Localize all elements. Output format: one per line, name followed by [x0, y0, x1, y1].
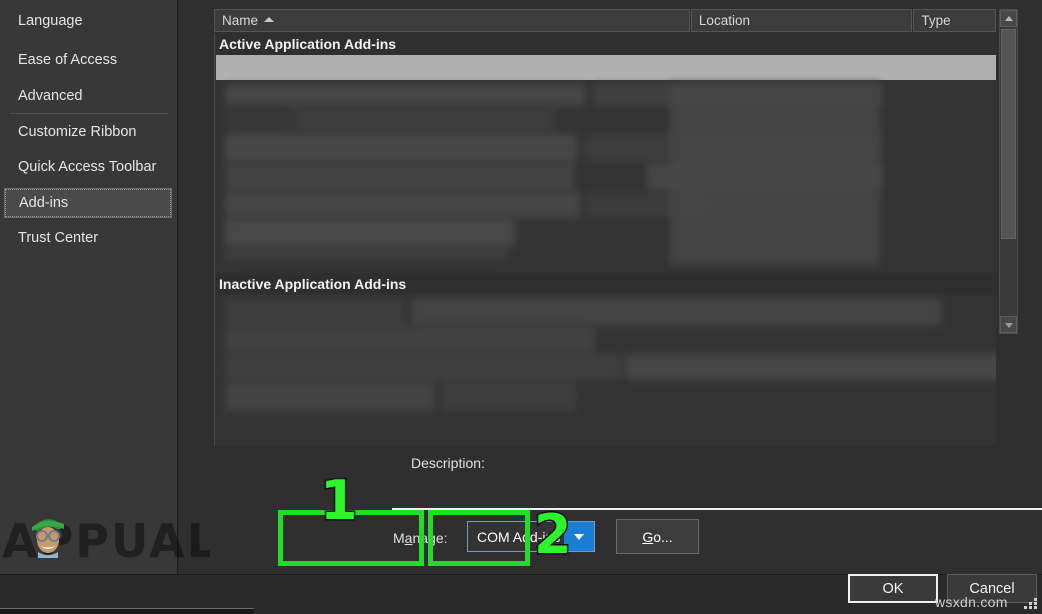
sidebar-item-label: Trust Center [18, 230, 99, 246]
column-header-location[interactable]: Location [690, 9, 913, 32]
sidebar-item-label: Ease of Access [18, 52, 118, 68]
addins-column-headers: Name Location Type [214, 9, 996, 32]
appuals-logo-icon [32, 519, 64, 558]
column-header-name[interactable]: Name [214, 9, 690, 32]
table-row[interactable] [293, 106, 555, 132]
sidebar-item-add-ins[interactable]: Add-ins [4, 188, 172, 218]
sidebar-divider [10, 113, 168, 114]
addins-list-scrollbar[interactable] [999, 9, 1018, 334]
annotation-number-1: 1 [319, 469, 360, 532]
sidebar-item-ease-of-access[interactable]: Ease of Access [4, 45, 172, 75]
sidebar-item-trust-center[interactable]: Trust Center [4, 223, 172, 253]
sidebar-item-label: Customize Ribbon [18, 124, 137, 140]
table-row[interactable] [225, 219, 515, 247]
table-row[interactable] [441, 381, 576, 411]
taskbar-strip [0, 608, 254, 614]
table-row[interactable] [225, 247, 507, 261]
scroll-up-button[interactable] [1000, 10, 1017, 27]
group-header-inactive: Inactive Application Add-ins [216, 273, 996, 295]
sidebar-item-customize-ribbon[interactable]: Customize Ribbon [4, 117, 172, 147]
sidebar-item-quick-access-toolbar[interactable]: Quick Access Toolbar [4, 152, 172, 182]
wsxdn-dots-icon [1024, 598, 1038, 610]
group-header-active-label: Active Application Add-ins [219, 36, 397, 52]
scroll-down-button[interactable] [1000, 316, 1017, 333]
table-row[interactable] [225, 106, 289, 132]
wsxdn-watermark: wsxdn.com [935, 594, 1008, 610]
sidebar-item-label: Add-ins [19, 195, 69, 211]
table-row[interactable] [225, 192, 580, 218]
table-row[interactable] [225, 326, 595, 354]
table-row[interactable] [225, 134, 577, 162]
sidebar-item-label: Advanced [18, 88, 83, 104]
manage-combobox[interactable]: COM Add-ins [467, 521, 595, 552]
column-header-location-label: Location [698, 13, 750, 28]
options-category-sidebar: Language Ease of Access Advanced Customi… [0, 0, 178, 574]
table-row[interactable] [225, 298, 405, 326]
sidebar-item-label: Language [18, 13, 83, 29]
table-row[interactable] [225, 354, 620, 380]
manage-label: Manage: [393, 530, 448, 546]
table-row[interactable] [225, 163, 575, 191]
go-button[interactable]: Go... [616, 519, 699, 554]
sort-ascending-icon [264, 17, 275, 22]
chevron-down-icon [574, 533, 584, 540]
addins-list[interactable]: Active Application Add-ins Inactive Appl… [214, 33, 996, 446]
sidebar-item-language[interactable]: Language [4, 6, 172, 36]
table-row[interactable] [625, 354, 996, 380]
table-row[interactable] [411, 298, 941, 326]
table-row[interactable] [670, 83, 880, 265]
description-label: Description: [411, 455, 485, 471]
table-row[interactable] [216, 55, 996, 80]
group-header-active: Active Application Add-ins [216, 33, 996, 55]
add-ins-panel: Name Location Type Active Application Ad… [179, 0, 1042, 574]
options-dialog: Language Ease of Access Advanced Customi… [0, 0, 1042, 614]
chevron-down-icon [1005, 323, 1013, 328]
table-row[interactable] [225, 381, 435, 411]
sidebar-item-advanced[interactable]: Advanced [4, 81, 172, 111]
horizontal-divider [392, 508, 1042, 510]
column-header-type[interactable]: Type [913, 9, 996, 32]
column-header-name-label: Name [222, 13, 259, 28]
table-row[interactable] [225, 84, 585, 106]
chevron-up-icon [1005, 16, 1013, 21]
group-header-inactive-label: Inactive Application Add-ins [219, 276, 407, 292]
sidebar-item-label: Quick Access Toolbar [18, 159, 157, 175]
scrollbar-thumb[interactable] [1001, 29, 1016, 239]
ok-button[interactable]: OK [848, 574, 938, 603]
column-header-type-label: Type [921, 13, 951, 28]
annotation-number-2: 2 [533, 503, 574, 566]
